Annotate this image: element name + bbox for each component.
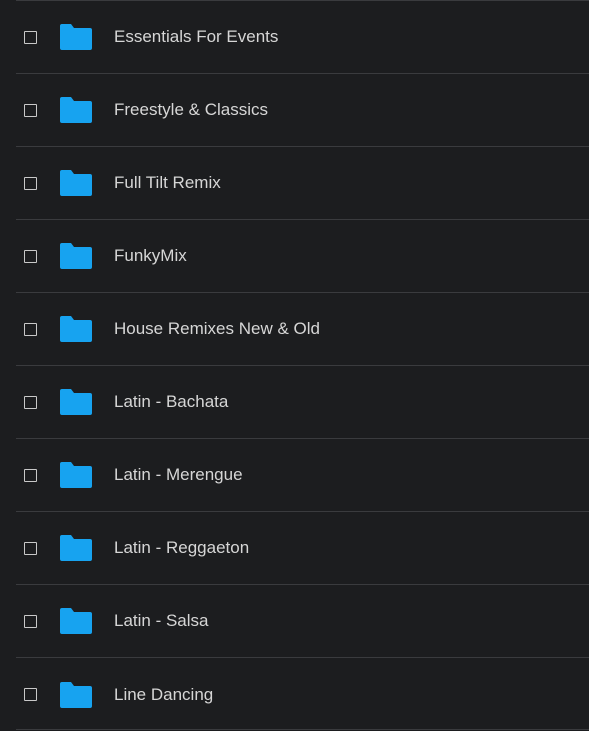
- row-checkbox[interactable]: [24, 688, 37, 701]
- folder-name[interactable]: Latin - Merengue: [114, 465, 243, 485]
- folder-icon: [59, 169, 93, 197]
- folder-icon: [59, 242, 93, 270]
- folder-name[interactable]: Line Dancing: [114, 685, 213, 705]
- folder-icon: [59, 681, 93, 709]
- folder-name[interactable]: Latin - Reggaeton: [114, 538, 249, 558]
- folder-icon: [59, 96, 93, 124]
- folder-icon: [59, 461, 93, 489]
- row-checkbox[interactable]: [24, 322, 37, 336]
- row-checkbox[interactable]: [24, 249, 37, 263]
- folder-icon: [59, 607, 93, 635]
- folder-icon: [59, 534, 93, 562]
- row-checkbox[interactable]: [24, 614, 37, 628]
- folder-name[interactable]: Latin - Bachata: [114, 392, 228, 412]
- row-checkbox[interactable]: [24, 468, 37, 482]
- folder-list: Essentials For Events Freestyle & Classi…: [0, 0, 589, 731]
- folder-row[interactable]: FunkyMix: [16, 220, 589, 293]
- folder-row[interactable]: Essentials For Events: [16, 1, 589, 74]
- folder-row[interactable]: Latin - Reggaeton: [16, 512, 589, 585]
- row-checkbox[interactable]: [24, 30, 37, 44]
- row-checkbox[interactable]: [24, 541, 37, 555]
- folder-row[interactable]: House Remixes New & Old: [16, 293, 589, 366]
- folder-name[interactable]: Latin - Salsa: [114, 611, 209, 631]
- folder-name[interactable]: FunkyMix: [114, 246, 187, 266]
- folder-name[interactable]: House Remixes New & Old: [114, 319, 320, 339]
- folder-icon: [59, 315, 93, 343]
- folder-icon: [59, 388, 93, 416]
- folder-name[interactable]: Essentials For Events: [114, 27, 278, 47]
- folder-name[interactable]: Full Tilt Remix: [114, 173, 221, 193]
- folder-row[interactable]: Full Tilt Remix: [16, 147, 589, 220]
- folder-row[interactable]: Line Dancing: [16, 658, 589, 731]
- row-checkbox[interactable]: [24, 395, 37, 409]
- row-checkbox[interactable]: [24, 176, 37, 190]
- folder-row[interactable]: Freestyle & Classics: [16, 74, 589, 147]
- row-checkbox[interactable]: [24, 103, 37, 117]
- folder-row[interactable]: Latin - Merengue: [16, 439, 589, 512]
- bottom-divider: [16, 729, 589, 730]
- folder-row[interactable]: Latin - Salsa: [16, 585, 589, 658]
- folder-row[interactable]: Latin - Bachata: [16, 366, 589, 439]
- folder-icon: [59, 23, 93, 51]
- folder-name[interactable]: Freestyle & Classics: [114, 100, 268, 120]
